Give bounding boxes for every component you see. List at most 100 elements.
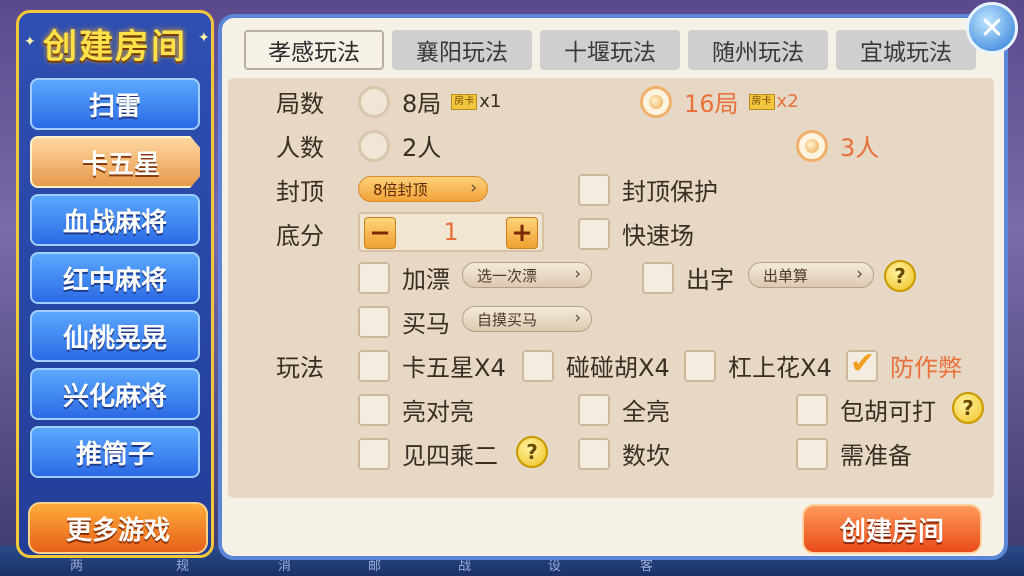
float-option[interactable]: 加漂 xyxy=(358,260,450,295)
play-option-anticheat[interactable]: 防作弊 xyxy=(846,346,962,383)
radio-button[interactable] xyxy=(358,129,390,162)
game-item-hongzhong[interactable]: 红中麻将 xyxy=(30,252,200,304)
help-icon[interactable]: ? xyxy=(952,392,984,424)
option-label: 数坎 xyxy=(622,442,670,470)
create-room-button[interactable]: 创建房间 xyxy=(802,504,982,554)
option-label: 包胡可打 xyxy=(840,398,936,426)
buyhorse-option[interactable]: 买马 xyxy=(358,304,450,339)
option-label: 快速场 xyxy=(622,222,694,250)
fast-option[interactable]: 快速场 xyxy=(578,216,694,251)
play-option[interactable]: 卡五星X4 xyxy=(358,348,506,383)
game-item-xinghua[interactable]: 兴化麻将 xyxy=(30,368,200,420)
option-label: 防作弊 xyxy=(890,354,962,382)
checkbox[interactable] xyxy=(578,173,610,206)
player-option-3[interactable]: 3人 xyxy=(796,128,879,163)
radio-button[interactable] xyxy=(358,85,390,118)
play-option[interactable]: 全亮 xyxy=(578,392,670,427)
cap-label: 封顶 xyxy=(276,178,324,206)
play-option[interactable]: 数坎 xyxy=(578,436,670,471)
float-select[interactable]: 选一次漂 › xyxy=(462,262,592,288)
checkbox[interactable] xyxy=(358,437,390,470)
option-label: 8局 xyxy=(402,90,442,118)
option-label: 碰碰胡X4 xyxy=(566,354,670,382)
cap-select[interactable]: 8倍封顶 › xyxy=(358,176,488,202)
option-label: 16局 xyxy=(684,90,739,118)
play-option[interactable]: 碰碰胡X4 xyxy=(522,348,670,383)
buyhorse-select[interactable]: 自摸买马 › xyxy=(462,306,592,332)
round-option-8[interactable]: 8局 房卡 x1 xyxy=(358,84,501,119)
checkbox[interactable] xyxy=(358,305,390,338)
checkbox-checked[interactable] xyxy=(846,346,878,382)
play-option[interactable]: 需准备 xyxy=(796,436,912,471)
base-score-stepper: − 1 + xyxy=(358,212,544,252)
tab-yicheng[interactable]: 宜城玩法 xyxy=(836,30,976,70)
play-option[interactable]: 见四乘二 xyxy=(358,436,498,471)
radio-button-selected[interactable] xyxy=(640,85,672,118)
checkbox[interactable] xyxy=(796,437,828,470)
base-score-label: 底分 xyxy=(276,222,324,250)
more-games-button[interactable]: 更多游戏 xyxy=(28,502,208,554)
option-label: 见四乘二 xyxy=(402,442,498,470)
room-card-icon: 房卡 xyxy=(451,93,478,110)
game-list: 扫雷 卡五星 血战麻将 红中麻将 仙桃晃晃 兴化麻将 推筒子 xyxy=(30,78,200,488)
option-label: 需准备 xyxy=(840,442,912,470)
play-label: 玩法 xyxy=(276,354,324,382)
star-icon: ✦ xyxy=(198,30,210,46)
tab-xiaogan[interactable]: 孝感玩法 xyxy=(244,30,384,70)
play-option[interactable]: 包胡可打 xyxy=(796,392,936,427)
checkbox[interactable] xyxy=(578,217,610,250)
option-label: 3人 xyxy=(840,134,880,162)
game-item-tuitongzi[interactable]: 推筒子 xyxy=(30,426,200,478)
chevron-right-icon: › xyxy=(574,264,581,284)
checkbox[interactable] xyxy=(358,349,390,382)
round-option-16[interactable]: 16局 房卡 x2 xyxy=(640,84,799,119)
help-icon[interactable]: ? xyxy=(884,260,916,292)
checkbox[interactable] xyxy=(578,393,610,426)
chevron-right-icon: › xyxy=(470,178,477,198)
checkbox[interactable] xyxy=(684,349,716,382)
rounds-label: 局数 xyxy=(276,90,324,118)
game-item-saolei[interactable]: 扫雷 xyxy=(30,78,200,130)
select-value: 自摸买马 xyxy=(477,310,538,329)
tab-suizhou[interactable]: 随州玩法 xyxy=(688,30,828,70)
play-option[interactable]: 亮对亮 xyxy=(358,392,474,427)
game-item-kawuxing[interactable]: 卡五星 xyxy=(30,136,200,188)
radio-button-selected[interactable] xyxy=(796,129,828,162)
option-label: 杠上花X4 xyxy=(728,354,832,382)
rule-tabs: 孝感玩法 襄阳玩法 十堰玩法 随州玩法 宜城玩法 xyxy=(244,30,984,70)
help-icon[interactable]: ? xyxy=(516,436,548,468)
checkbox[interactable] xyxy=(522,349,554,382)
players-label: 人数 xyxy=(276,134,324,162)
checkbox[interactable] xyxy=(358,261,390,294)
option-label: 买马 xyxy=(402,310,450,338)
chuzi-option[interactable]: 出字 xyxy=(642,260,734,295)
close-icon[interactable]: ✕ xyxy=(966,2,1018,54)
tab-xiangyang[interactable]: 襄阳玩法 xyxy=(392,30,532,70)
checkbox[interactable] xyxy=(642,261,674,294)
tab-shiyan[interactable]: 十堰玩法 xyxy=(540,30,680,70)
increment-button[interactable]: + xyxy=(506,217,538,249)
play-option[interactable]: 杠上花X4 xyxy=(684,348,832,383)
card-count: x2 xyxy=(776,91,799,112)
option-label: 封顶保护 xyxy=(622,178,718,206)
option-label: 加漂 xyxy=(402,266,450,294)
game-item-xuezhan[interactable]: 血战麻将 xyxy=(30,194,200,246)
select-value: 8倍封顶 xyxy=(373,180,428,199)
game-item-xiantao[interactable]: 仙桃晃晃 xyxy=(30,310,200,362)
star-icon: ✦ xyxy=(24,34,36,50)
chuzi-select[interactable]: 出单算 › xyxy=(748,262,874,288)
room-card-icon: 房卡 xyxy=(748,93,775,110)
option-label: 2人 xyxy=(402,134,442,162)
option-label: 出字 xyxy=(686,266,734,294)
checkbox[interactable] xyxy=(796,393,828,426)
chevron-right-icon: › xyxy=(856,264,863,284)
checkbox[interactable] xyxy=(358,393,390,426)
checkbox[interactable] xyxy=(578,437,610,470)
option-label: 全亮 xyxy=(622,398,670,426)
player-option-2[interactable]: 2人 xyxy=(358,128,441,163)
select-value: 出单算 xyxy=(763,266,809,285)
panel-title: 创建房间 xyxy=(43,26,187,67)
cap-protect-option[interactable]: 封顶保护 xyxy=(578,172,718,207)
select-value: 选一次漂 xyxy=(477,266,538,285)
card-count: x1 xyxy=(479,91,502,112)
